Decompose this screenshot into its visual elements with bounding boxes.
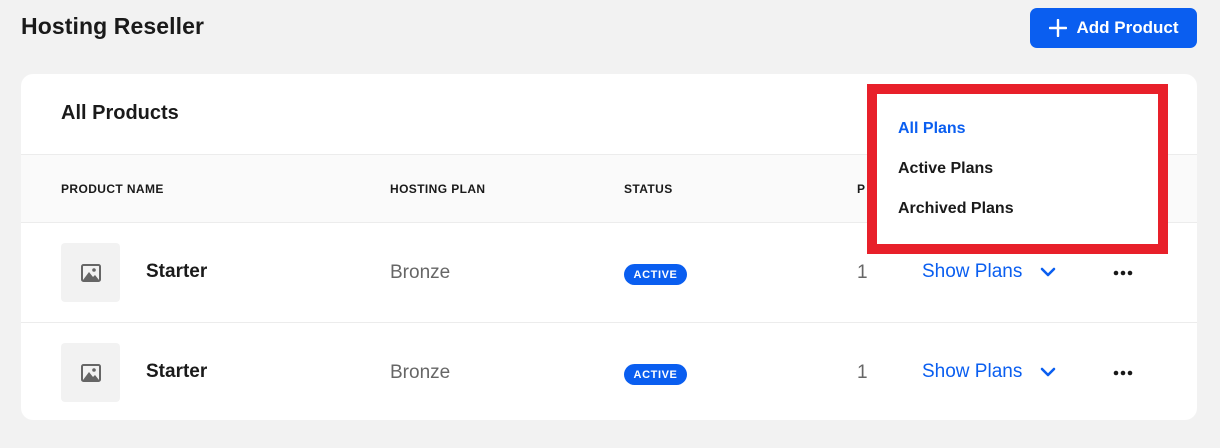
dropdown-item-all-plans[interactable]: All Plans: [898, 120, 966, 138]
hosting-plan: Bronze: [390, 262, 451, 283]
page-title: Hosting Reseller: [21, 13, 205, 39]
show-plans-label: Show Plans: [922, 261, 1023, 282]
product-name[interactable]: Starter: [146, 261, 207, 283]
add-product-label: Add Product: [1076, 18, 1179, 37]
table-row: Starter Bronze ACTIVE 1 Show Plans: [21, 323, 1197, 420]
dropdown-item-active-plans[interactable]: Active Plans: [898, 160, 993, 178]
plan-filter-dropdown: All Plans Active Plans Archived Plans: [867, 84, 1168, 254]
column-header-hosting-plan[interactable]: HOSTING PLAN: [390, 182, 485, 196]
column-header-status[interactable]: STATUS: [624, 182, 673, 196]
more-options-icon[interactable]: [1111, 365, 1135, 381]
hosting-plan: Bronze: [390, 362, 451, 383]
show-plans-label: Show Plans: [922, 361, 1023, 382]
show-plans-button[interactable]: Show Plans: [922, 259, 1056, 285]
chevron-down-icon: [1041, 367, 1056, 377]
show-plans-button[interactable]: Show Plans: [922, 359, 1056, 385]
image-placeholder-icon: [80, 363, 101, 382]
more-options-icon[interactable]: [1111, 265, 1135, 281]
add-product-button[interactable]: Add Product: [1030, 8, 1197, 48]
column-header-product-name[interactable]: PRODUCT NAME: [61, 182, 164, 196]
dropdown-item-archived-plans[interactable]: Archived Plans: [898, 200, 1014, 218]
product-name[interactable]: Starter: [146, 361, 207, 383]
product-thumbnail: [61, 343, 120, 402]
plan-count: 1: [857, 262, 868, 283]
image-placeholder-icon: [80, 263, 101, 282]
page: Hosting Reseller Add Product All Product…: [0, 0, 1220, 448]
plus-icon: [1048, 19, 1067, 37]
plan-count: 1: [857, 362, 868, 383]
chevron-down-icon: [1041, 267, 1056, 277]
product-thumbnail: [61, 243, 120, 302]
status-badge: ACTIVE: [624, 264, 687, 285]
status-badge: ACTIVE: [624, 364, 687, 385]
card-title: All Products: [61, 102, 179, 124]
column-header-plans[interactable]: P: [857, 182, 865, 196]
